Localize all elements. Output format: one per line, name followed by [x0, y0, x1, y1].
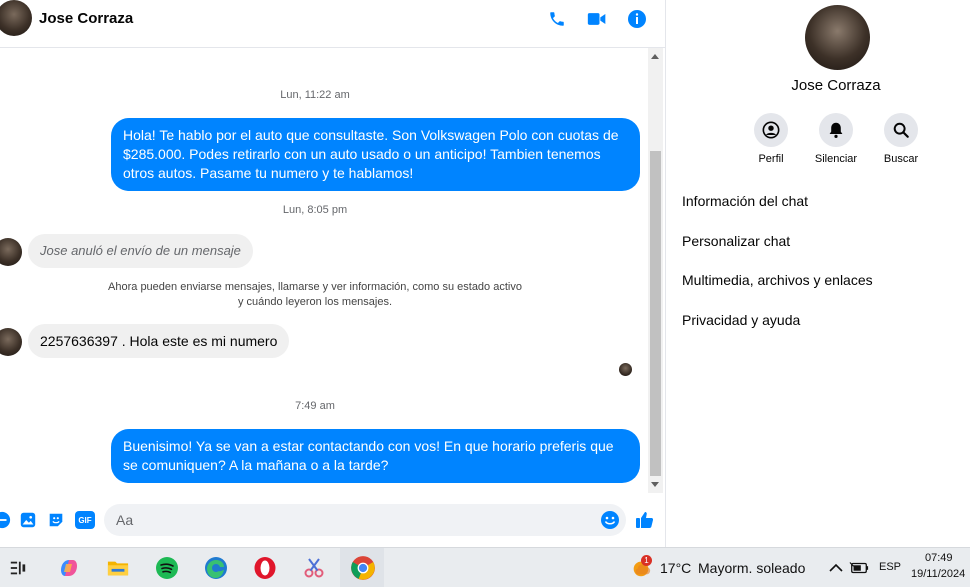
- search-icon: [884, 113, 918, 147]
- bell-icon: [819, 113, 853, 147]
- info-icon[interactable]: [627, 9, 647, 29]
- menu-chat-info[interactable]: Información del chat: [682, 193, 808, 209]
- message-input[interactable]: [104, 504, 626, 536]
- scroll-down-arrow[interactable]: [651, 482, 659, 487]
- sender-avatar[interactable]: [0, 238, 22, 266]
- language-indicator[interactable]: ESP: [879, 561, 901, 573]
- message-outgoing[interactable]: Hola! Te hablo por el auto que consultas…: [111, 118, 640, 191]
- clock-time[interactable]: 07:49: [925, 552, 953, 564]
- image-icon[interactable]: [18, 510, 38, 530]
- system-note: Ahora pueden enviarse mensajes, llamarse…: [108, 281, 522, 308]
- message-list[interactable]: Lun, 11:22 am Hola! Te hablo por el auto…: [0, 48, 665, 493]
- contact-name[interactable]: Jose Corraza: [39, 10, 133, 27]
- copilot-icon[interactable]: [55, 554, 83, 582]
- screen: Jose Corraza Lun, 11:22 am Hola! Te habl…: [0, 0, 970, 587]
- gif-icon[interactable]: GIF: [75, 510, 95, 530]
- timestamp: Lun, 8:05 pm: [282, 204, 348, 216]
- chat-info-panel: Jose Corraza Perfil Silenciar Buscar Inf…: [665, 0, 970, 547]
- mute-button[interactable]: Silenciar: [806, 113, 866, 165]
- timestamp: 7:49 am: [295, 400, 335, 412]
- chat-header: Jose Corraza: [0, 0, 665, 48]
- scroll-thumb[interactable]: [650, 151, 661, 476]
- weather-desc[interactable]: Mayorm. soleado: [698, 560, 805, 576]
- edge-icon[interactable]: [202, 554, 230, 582]
- sender-avatar[interactable]: [0, 328, 22, 356]
- thumbs-up-icon[interactable]: [635, 510, 655, 530]
- chat-pane: Jose Corraza Lun, 11:22 am Hola! Te habl…: [0, 0, 665, 547]
- message-incoming[interactable]: 2257636397 . Hola este es mi numero: [28, 324, 290, 358]
- task-view-icon[interactable]: [4, 554, 32, 582]
- menu-privacy-help[interactable]: Privacidad y ayuda: [682, 312, 800, 328]
- opera-icon[interactable]: [251, 554, 279, 582]
- weather-temp[interactable]: 17°C: [660, 560, 691, 576]
- spotify-icon[interactable]: [153, 554, 181, 582]
- info-contact-name: Jose Corraza: [791, 77, 881, 94]
- taskbar: 1 17°C Mayorm. soleado ESP 07:49 19/11/2…: [0, 547, 970, 587]
- scroll-up-arrow[interactable]: [651, 54, 659, 59]
- emoji-icon[interactable]: [600, 510, 620, 530]
- contact-avatar[interactable]: [0, 0, 32, 36]
- composer: GIF: [0, 500, 665, 540]
- phone-icon[interactable]: [547, 9, 567, 29]
- chrome-icon[interactable]: [349, 554, 377, 582]
- profile-button[interactable]: Perfil: [741, 113, 801, 165]
- plus-icon[interactable]: [0, 510, 12, 530]
- weather-badge: 1: [641, 555, 652, 566]
- timestamp: Lun, 11:22 am: [280, 89, 350, 101]
- snipping-tool-icon[interactable]: [300, 554, 328, 582]
- video-icon[interactable]: [587, 9, 607, 29]
- file-explorer-icon[interactable]: [104, 554, 132, 582]
- clock-date[interactable]: 19/11/2024: [911, 568, 965, 580]
- message-outgoing[interactable]: Buenisimo! Ya se van a estar contactando…: [111, 429, 640, 483]
- menu-media-files-links[interactable]: Multimedia, archivos y enlaces: [682, 272, 873, 288]
- seen-indicator-avatar: [619, 363, 632, 376]
- sticker-icon[interactable]: [46, 510, 66, 530]
- scrollbar[interactable]: [648, 48, 663, 493]
- info-avatar[interactable]: [805, 5, 870, 70]
- search-button[interactable]: Buscar: [871, 113, 931, 165]
- message-unsent[interactable]: Jose anuló el envío de un mensaje: [28, 234, 253, 268]
- battery-network-icon[interactable]: [845, 554, 873, 582]
- profile-icon: [754, 113, 788, 147]
- menu-customize-chat[interactable]: Personalizar chat: [682, 233, 790, 249]
